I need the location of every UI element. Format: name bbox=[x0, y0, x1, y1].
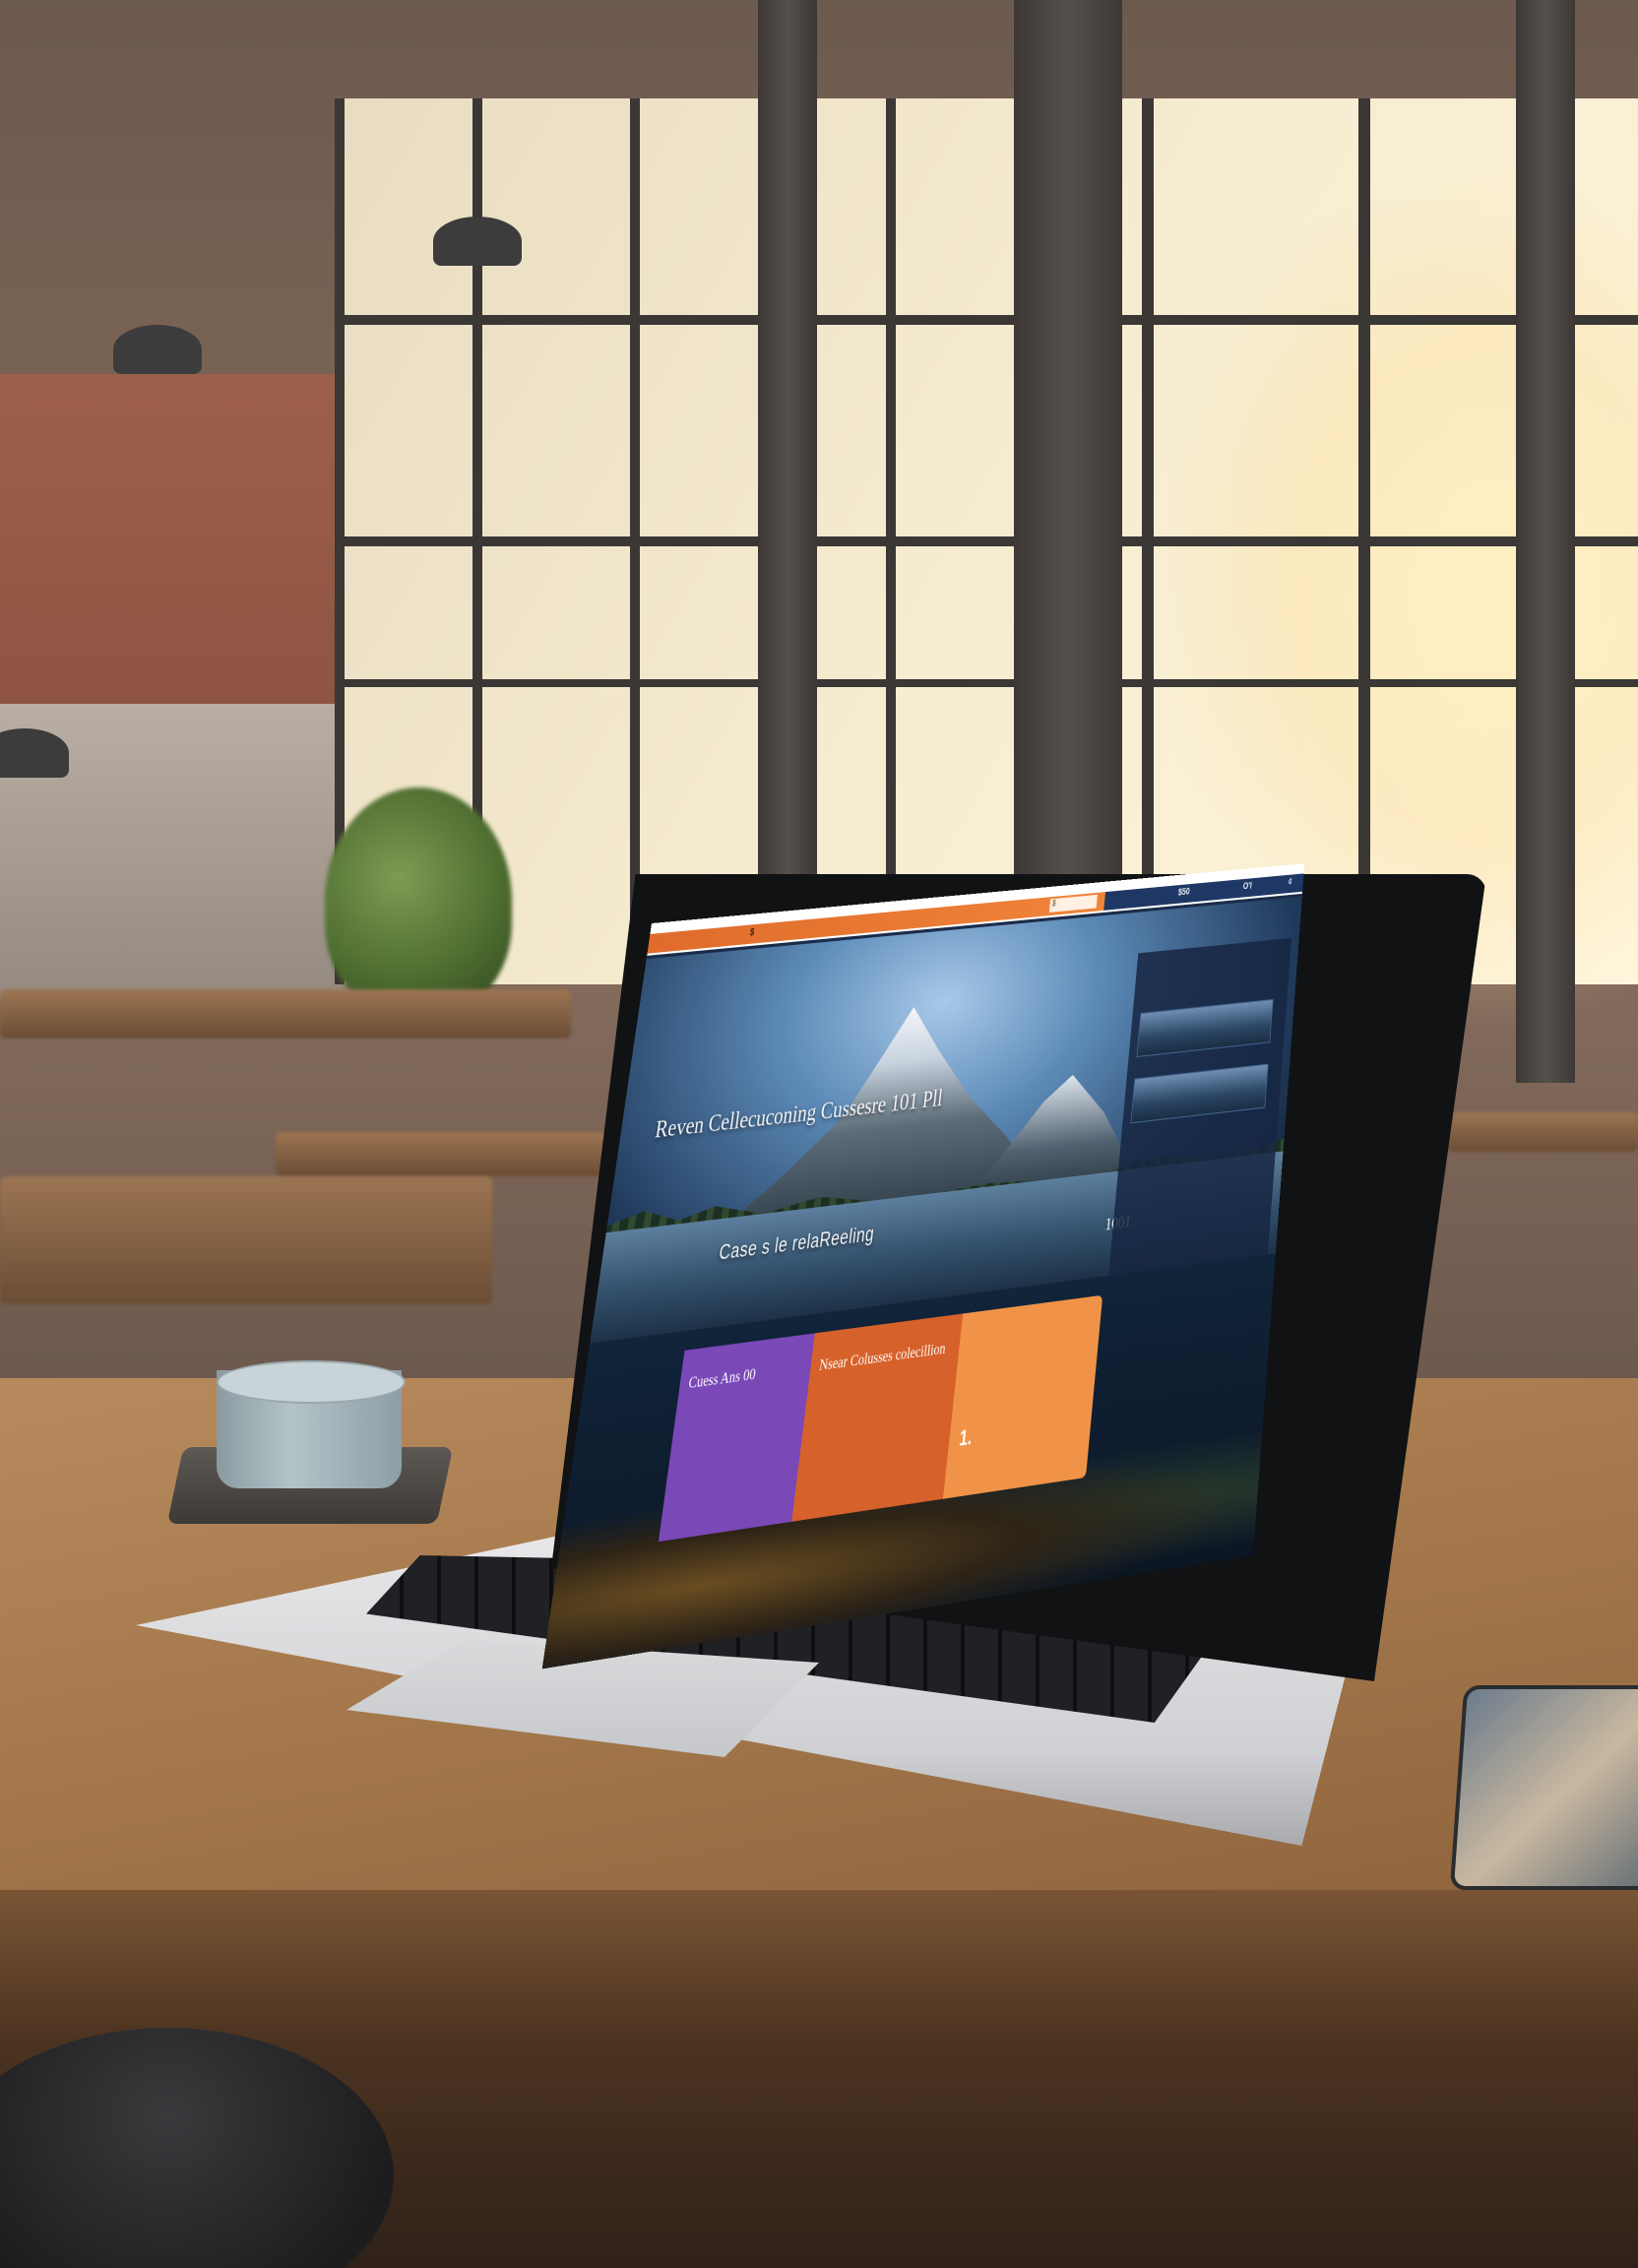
column bbox=[1516, 0, 1575, 1083]
nav-item[interactable]: $50 bbox=[1178, 886, 1191, 897]
laptop-screen: $ $ $50 O'l ₫ Reven Cellecuconing Cusses… bbox=[541, 863, 1305, 1670]
background-table bbox=[0, 989, 571, 1039]
background-table bbox=[0, 1176, 492, 1304]
window-mullion bbox=[339, 679, 1638, 687]
card-title: Cuess Ans 00 bbox=[687, 1365, 757, 1393]
window-mullion bbox=[339, 536, 1638, 546]
card-orange[interactable]: Nsear Colusses colecillion bbox=[791, 1313, 964, 1522]
photo-scene: $ $ $50 O'l ₫ Reven Cellecuconing Cusses… bbox=[0, 0, 1638, 2268]
card-purple[interactable]: Cuess Ans 00 bbox=[658, 1333, 815, 1543]
side-panel-thumbnail[interactable] bbox=[1130, 1063, 1269, 1124]
card-title: Nsear Colusses colecillion bbox=[818, 1340, 947, 1375]
coffee-cup-rim bbox=[217, 1360, 406, 1404]
nav-item[interactable]: ₫ bbox=[1288, 877, 1292, 888]
nav-item[interactable]: O'l bbox=[1242, 880, 1252, 891]
background-table bbox=[276, 1132, 630, 1176]
pendant-lamp bbox=[113, 325, 202, 374]
smartphone bbox=[1449, 1685, 1638, 1890]
side-panel-thumbnail[interactable] bbox=[1136, 998, 1274, 1058]
window-mullion bbox=[339, 315, 1638, 325]
card-number: 1. bbox=[958, 1424, 974, 1451]
potted-plant bbox=[325, 788, 512, 1014]
pendant-lamp bbox=[433, 217, 522, 266]
side-panel bbox=[1108, 937, 1292, 1276]
card-light-orange[interactable]: 1. bbox=[942, 1294, 1103, 1499]
background-table bbox=[1447, 1112, 1638, 1152]
